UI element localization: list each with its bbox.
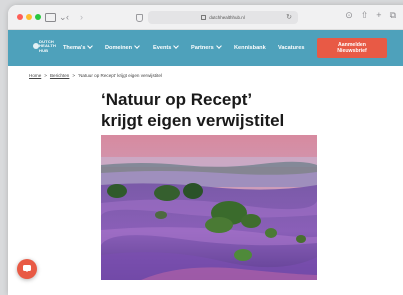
privacy-shield-icon[interactable] [136,14,143,22]
reload-icon[interactable]: ↻ [286,13,292,21]
address-bar[interactable]: dutchhealthhub.nl ↻ [148,11,298,24]
download-icon[interactable]: ⊙ [345,10,353,21]
cta-line: Nieuwsbrief [337,48,367,54]
nav-item-vacatures[interactable]: Vacatures [278,45,304,51]
minimize-window-button[interactable] [26,14,32,20]
heathland-photo [101,135,317,280]
breadcrumb-separator: > [44,73,47,78]
url-text: dutchhealthhub.nl [209,15,245,20]
share-icon[interactable]: ⇧ [361,10,369,21]
forward-icon[interactable]: › [80,10,83,24]
chat-bubble-icon [23,265,31,272]
chat-button[interactable] [17,259,37,279]
article-title-line: krijgt eigen verwijstitel [101,111,285,130]
site-header: DUTCH HEALTH HUB Thema's Domeinen Events… [8,30,403,66]
article-hero-image [101,135,317,280]
breadcrumb-separator: > [72,73,76,78]
maximize-window-button[interactable] [35,14,41,20]
browser-toolbar: ⌄ ‹ › dutchhealthhub.nl ↻ ⊙ ⇧ + ⧉ [8,5,403,30]
logo-line: HUB [39,47,49,53]
article-title-line: ‘Natuur op Recept’ [101,90,253,109]
toolbar-actions: ⊙ ⇧ + ⧉ [345,10,396,21]
nav-item-kennisbank[interactable]: Kennisbank [234,45,266,51]
article-title: ‘Natuur op Recept’ krijgt eigen verwijst… [101,89,331,131]
chevron-down-icon [134,43,140,49]
newsletter-signup-button[interactable]: Aanmelden Nieuwsbrief [317,38,387,58]
breadcrumb-current: ‘Natuur op Recept’ krijgt eigen verwijst… [78,73,162,78]
site-logo[interactable]: DUTCH HEALTH HUB [33,38,57,56]
back-icon[interactable]: ‹ [66,10,69,24]
nav-item-partners[interactable]: Partners [191,43,222,51]
new-tab-icon[interactable]: + [376,10,381,21]
nav-item-events[interactable]: Events [153,43,180,51]
browser-window: ⌄ ‹ › dutchhealthhub.nl ↻ ⊙ ⇧ + ⧉ DUTCH … [8,5,403,295]
breadcrumb: Home > Berichten > ‘Natuur op Recept’ krijgt… [29,73,162,78]
close-window-button[interactable] [17,14,23,20]
tab-overview-icon[interactable]: ⧉ [390,10,396,21]
nav-item-domeinen[interactable]: Domeinen [105,43,140,51]
chevron-down-icon [87,43,94,49]
chevron-down-icon [215,43,222,49]
lock-icon [201,15,207,20]
chevron-down-icon [173,43,180,49]
breadcrumb-section-link[interactable]: Berichten [50,73,69,78]
nav-item-themas[interactable]: Thema's [63,43,94,51]
sidebar-toggle-icon[interactable] [45,13,56,22]
breadcrumb-home-link[interactable]: Home [29,73,41,78]
